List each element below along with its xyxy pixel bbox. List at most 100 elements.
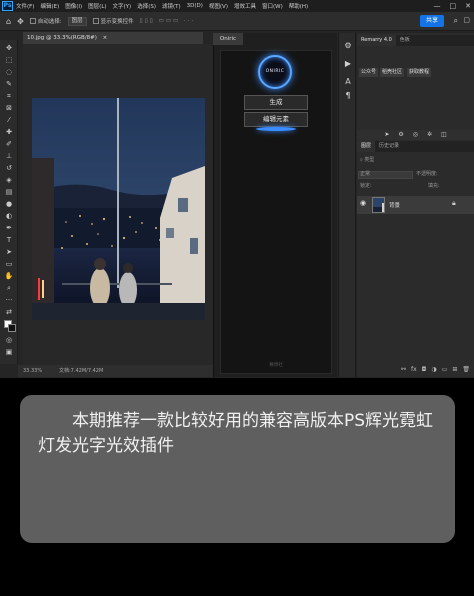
layers-footer: ⚯ fx ◘ ◑ ▭ ⊞ 🗑︎	[357, 364, 474, 376]
screen-mode-icon[interactable]: ▣	[4, 348, 14, 357]
layers-icon[interactable]: ◫	[441, 130, 447, 140]
button-glow	[256, 127, 296, 131]
community-button[interactable]: 稻壳社区	[380, 68, 405, 77]
dodge-tool-icon[interactable]: ◐	[4, 212, 14, 221]
tab-history[interactable]: 历史记录	[375, 141, 403, 152]
close-tab-icon[interactable]: ×	[103, 35, 108, 41]
lock-icon: 🔒︎	[452, 199, 456, 207]
menu-filter[interactable]: 滤镜(T)	[162, 2, 181, 10]
hand-tool-icon[interactable]: ✋	[4, 272, 14, 281]
new-layer-icon[interactable]: ⊞	[452, 364, 457, 376]
layer-thumbnail	[372, 197, 385, 213]
link-icon[interactable]: ⚯	[401, 364, 406, 376]
menu-file[interactable]: 文件(F)	[16, 2, 34, 10]
swap-colors-icon[interactable]: ⇄	[4, 308, 14, 317]
history-brush-icon[interactable]: ↺	[4, 164, 14, 173]
menu-select[interactable]: 选择(S)	[137, 2, 156, 10]
workspace-icon[interactable]: ▢	[463, 16, 470, 24]
folder-icon[interactable]: ▭	[442, 364, 448, 376]
show-transform-checkbox[interactable]	[92, 18, 99, 24]
crop-tool-icon[interactable]: ⌗	[4, 92, 14, 101]
marquee-tool-icon[interactable]: ⬚	[4, 56, 14, 65]
home-icon[interactable]: ⌂	[6, 17, 11, 26]
align-icons[interactable]: ▯▯▯ ▭▭▭ ···	[140, 18, 195, 24]
close-icon[interactable]: ✕	[465, 2, 471, 10]
panel-mini-toolbar: ➤ ⚙ ◎ ✲ ◫	[357, 130, 474, 140]
move-tool-icon[interactable]: ✥	[17, 17, 24, 26]
path-select-tool-icon[interactable]: ➤	[4, 248, 14, 257]
menu-bar: Ps 文件(F) 编辑(E) 图像(I) 图层(L) 文字(Y) 选择(S) 滤…	[0, 0, 474, 12]
filter-kind-select[interactable]: 类型	[364, 157, 374, 163]
plugin-footer: 赛博社	[269, 363, 283, 368]
adjustment-icon[interactable]: ◑	[431, 364, 436, 376]
window-controls: — □ ✕	[434, 0, 472, 12]
document-image[interactable]	[32, 98, 205, 320]
document-info[interactable]: 文档:7.42M/7.42M	[59, 365, 103, 377]
menu-type[interactable]: 文字(Y)	[113, 2, 132, 10]
trash-icon[interactable]: 🗑︎	[462, 364, 470, 376]
menu-view[interactable]: 视图(V)	[209, 2, 228, 10]
layer-name[interactable]: 背景	[389, 201, 400, 209]
quick-mask-icon[interactable]: ◎	[4, 336, 14, 345]
cursor-icon[interactable]: ➤	[384, 130, 389, 140]
panel-dock: ⚙ ▶ A ¶	[338, 33, 356, 377]
lasso-tool-icon[interactable]: ◌	[4, 68, 14, 77]
blend-mode-select[interactable]: 正常	[360, 170, 370, 179]
fx-icon[interactable]: fx	[411, 364, 417, 376]
paragraph-panel-icon[interactable]: ¶	[343, 91, 353, 101]
tutorial-button[interactable]: 获取教程	[407, 68, 432, 77]
play-icon[interactable]: ▶	[343, 59, 353, 69]
settings-icon[interactable]: ✲	[427, 130, 432, 140]
auto-select-label: 自动选择:	[37, 19, 62, 25]
menu-edit[interactable]: 编辑(E)	[40, 2, 59, 10]
settings-icon[interactable]: ⚙	[343, 41, 353, 51]
menu-layer[interactable]: 图层(L)	[88, 2, 106, 10]
frame-tool-icon[interactable]: ⊠	[4, 104, 14, 113]
layer-select-dropdown[interactable]: 图层	[67, 16, 87, 26]
zoom-tool-icon[interactable]: ⌕	[4, 284, 14, 293]
menu-plugins[interactable]: 增效工具	[234, 2, 256, 10]
plugin-tab[interactable]: Oniric	[213, 33, 243, 45]
menu-image[interactable]: 图像(I)	[65, 2, 82, 10]
healing-tool-icon[interactable]: ✚	[4, 128, 14, 137]
gradient-tool-icon[interactable]: ▤	[4, 188, 14, 197]
oniric-logo-text: ONIRIC	[265, 69, 285, 74]
auto-select-checkbox[interactable]	[29, 18, 36, 24]
tab-swatches[interactable]: 色板	[396, 35, 414, 46]
move-tool-icon[interactable]: ✥	[4, 44, 14, 53]
tab-layers[interactable]: 图层	[357, 141, 376, 152]
night-city-photo	[32, 98, 205, 320]
pen-tool-icon[interactable]: ✒	[4, 224, 14, 233]
share-button[interactable]: 共享	[420, 15, 444, 27]
eyedropper-tool-icon[interactable]: ⁄	[4, 116, 14, 125]
blur-tool-icon[interactable]: ●	[4, 200, 14, 209]
quick-select-tool-icon[interactable]: ✎	[4, 80, 14, 89]
visibility-eye-icon[interactable]: ◉	[360, 199, 366, 207]
menu-3d[interactable]: 3D(D)	[187, 3, 203, 9]
maximize-icon[interactable]: □	[450, 2, 457, 10]
generate-button[interactable]: 生成	[244, 95, 308, 110]
tab-remarry[interactable]: Remarry 4.0	[357, 35, 396, 46]
menu-window[interactable]: 窗口(W)	[262, 2, 283, 10]
document-tab[interactable]: 10.jpg @ 33.3%(RGB/8#) ×	[23, 32, 203, 44]
globe-icon[interactable]: ◎	[413, 130, 418, 140]
stamp-tool-icon[interactable]: ⊥	[4, 152, 14, 161]
menu-help[interactable]: 帮助(H)	[289, 2, 308, 10]
type-tool-icon[interactable]: T	[4, 236, 14, 245]
background-color-swatch[interactable]	[8, 324, 16, 332]
wechat-account-button[interactable]: 公众号	[359, 68, 379, 77]
top-panel-tabs: Remarry 4.0 色板	[357, 35, 474, 46]
edit-elements-button[interactable]: 编辑元素	[244, 112, 308, 127]
minimize-icon[interactable]: —	[434, 2, 441, 10]
brush-tool-icon[interactable]: ✐	[4, 140, 14, 149]
fill-label: 填充:	[428, 183, 440, 189]
character-panel-icon[interactable]: A	[343, 77, 353, 87]
mask-icon[interactable]: ◘	[422, 364, 427, 376]
gear-icon[interactable]: ⚙	[398, 130, 403, 140]
search-icon[interactable]: ⌕	[454, 16, 458, 26]
shape-tool-icon[interactable]: ▭	[4, 260, 14, 269]
eraser-tool-icon[interactable]: ◈	[4, 176, 14, 185]
lock-label: 锁定:	[360, 183, 372, 189]
zoom-level[interactable]: 33.33%	[23, 365, 59, 377]
more-tools-icon[interactable]: ···	[4, 296, 14, 305]
